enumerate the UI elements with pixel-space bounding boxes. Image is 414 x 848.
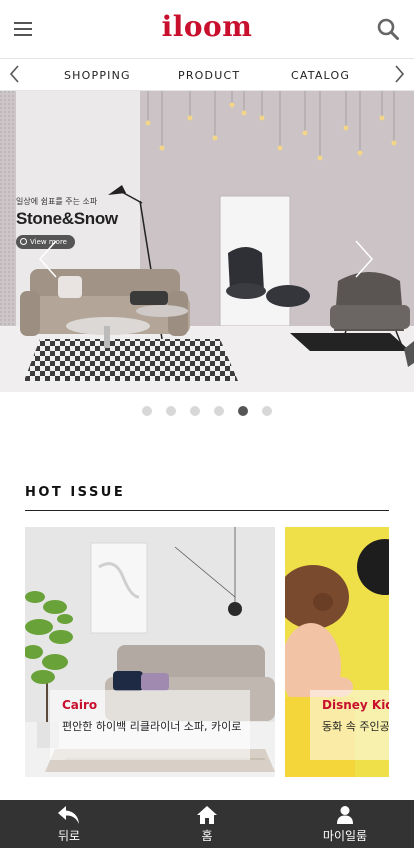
nav-item-catalog[interactable]: CATALOG [291,69,350,82]
home-icon [197,806,217,824]
card-caption: Disney Kid 동화 속 주인공 미키 안전 거 [310,690,389,760]
hero-title: Stone&Snow [16,209,118,228]
tab-label: 뒤로 [57,829,81,843]
tab-home[interactable]: 홈 [138,800,276,848]
card-caption: Cairo 편안한 하이백 리클라이너 소파, 카이로 [50,690,250,760]
back-arrow-icon [58,806,79,824]
hot-issue-card-cairo[interactable]: Cairo 편안한 하이백 리클라이너 소파, 카이로 [25,527,275,777]
user-icon [337,806,353,824]
tab-back[interactable]: 뒤로 [0,800,138,848]
tab-label: 홈 [201,829,213,843]
slider-dot[interactable] [166,406,176,416]
card-title: Disney Kid [322,698,389,712]
bottom-tab-bar: 뒤로 홈 마이일룸 [0,800,414,848]
search-icon[interactable] [376,17,400,41]
slider-pagination [0,406,414,416]
slider-dot[interactable] [214,406,224,416]
header: iloom [0,0,414,58]
hero-slider[interactable]: 일상에 쉼표를 주는 소파 Stone&Snow View more [0,91,414,392]
slider-dot[interactable] [190,406,200,416]
slider-prev-icon[interactable] [36,239,60,279]
slider-dot[interactable] [142,406,152,416]
nav-item-product[interactable]: PRODUCT [178,69,240,82]
tab-label: 마이일룸 [322,829,368,843]
card-title: Cairo [62,698,98,712]
card-description: 편안한 하이백 리클라이너 소파, 카이로 [62,720,242,733]
slider-next-icon[interactable] [352,239,376,279]
slider-dot[interactable] [238,406,248,416]
hot-issue-card-disney[interactable]: Disney Kid 동화 속 주인공 미키 안전 거 [285,527,389,777]
chevron-left-icon[interactable] [8,64,22,84]
hot-issue-title: HOT ISSUE [25,485,126,500]
section-divider [25,510,389,511]
nav-item-shopping[interactable]: SHOPPING [64,69,131,82]
card-description: 동화 속 주인공 미키 안전 거 [322,720,389,733]
tab-my-iloom[interactable]: 마이일룸 [276,800,414,848]
logo[interactable]: iloom [0,10,414,43]
slider-dot[interactable] [262,406,272,416]
hero-subtitle: 일상에 쉼표를 주는 소파 [16,197,98,206]
chevron-right-icon[interactable] [392,64,406,84]
category-nav: SHOPPING PRODUCT CATALOG [0,58,414,91]
hero-caption: 일상에 쉼표를 주는 소파 Stone&Snow View more [16,196,118,249]
